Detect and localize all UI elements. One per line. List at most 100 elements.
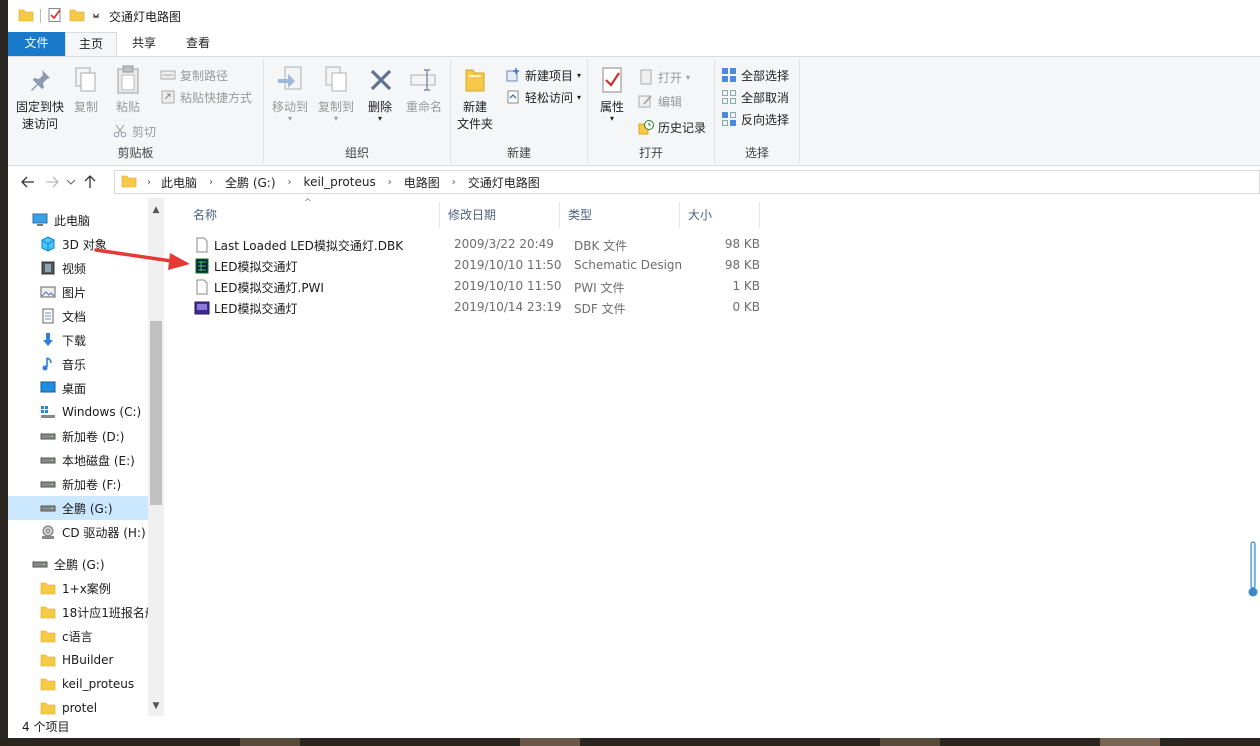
file-type: DBK 文件	[574, 239, 628, 253]
copy-path-button[interactable]: 复制路径	[160, 65, 228, 85]
properties-button[interactable]: 属性 ▾	[592, 63, 632, 123]
forward-button[interactable]	[40, 170, 64, 194]
open-button[interactable]: 打开 ▾	[638, 67, 690, 87]
breadcrumb-chevron[interactable]: ›	[209, 177, 213, 188]
nav-item-folder-c[interactable]: c语言	[8, 624, 148, 648]
tab-share[interactable]: 共享	[117, 32, 171, 56]
column-header-date[interactable]: 修改日期	[440, 202, 560, 228]
music-icon	[40, 356, 56, 372]
edit-button[interactable]: 编辑	[638, 91, 682, 111]
file-row[interactable]: LED模拟交通灯 2019/10/10 11:50 Schematic Desi…	[184, 255, 768, 276]
breadcrumb: 此电脑 › 全鹏 (G:) › keil_proteus › 电路图 › 交通灯…	[161, 174, 540, 191]
drive-icon	[40, 452, 56, 468]
nav-item-pictures[interactable]: 图片	[8, 280, 148, 304]
nav-item-drive-f[interactable]: 新加卷 (F:)	[8, 472, 148, 496]
breadcrumb-item-traffic-light[interactable]: 交通灯电路图	[468, 174, 540, 191]
sdf-icon	[194, 300, 210, 316]
edit-label: 编辑	[658, 94, 683, 109]
customize-qat-icon[interactable]	[91, 7, 101, 26]
properties-check-icon[interactable]	[47, 7, 63, 26]
file-name: LED模拟交通灯.PWI	[214, 281, 324, 295]
breadcrumb-chevron[interactable]: ›	[452, 177, 456, 188]
scroll-up-arrow[interactable]: ▲	[148, 202, 164, 218]
invert-selection-button[interactable]: 反向选择	[721, 109, 789, 129]
paste-shortcut-button[interactable]: 粘贴快捷方式	[160, 87, 252, 107]
toolbar-divider	[40, 9, 41, 23]
copy-to-button[interactable]: 复制到 ▾	[314, 63, 358, 123]
tab-file[interactable]: 文件	[8, 32, 65, 56]
column-header-name[interactable]: 名称	[184, 202, 440, 228]
file-list-pane: ^ 名称 修改日期 类型 大小 Last Loaded LED模拟交通灯.DBK…	[164, 198, 1260, 716]
nav-item-drive-g-root[interactable]: 全鹏 (G:)	[8, 552, 148, 576]
nav-item-this-pc[interactable]: 此电脑	[8, 208, 148, 232]
address-bar[interactable]: › 此电脑 › 全鹏 (G:) › keil_proteus › 电路图 › 交…	[114, 170, 1260, 194]
nav-item-folder-protel[interactable]: protel	[8, 696, 148, 716]
select-none-button[interactable]: 全部取消	[721, 87, 789, 107]
history-button[interactable]: 历史记录	[638, 117, 706, 137]
column-header-size[interactable]: 大小	[680, 202, 760, 228]
nav-item-folder-1x[interactable]: 1+x案例	[8, 576, 148, 600]
chevron-down-icon: ▾	[577, 70, 582, 80]
up-button[interactable]	[78, 170, 102, 194]
organize-group: 移动到 ▾ 复制到 ▾ 删除 ▾ 重命名 组织	[264, 59, 451, 163]
breadcrumb-chevron[interactable]: ›	[147, 177, 151, 188]
move-to-button[interactable]: 移动到 ▾	[268, 63, 312, 123]
back-button[interactable]	[16, 170, 40, 194]
file-row[interactable]: LED模拟交通灯 2019/10/14 23:19 SDF 文件 0 KB	[184, 297, 768, 318]
recent-locations-button[interactable]	[64, 170, 78, 194]
nav-item-label: 本地磁盘 (E:)	[62, 453, 135, 468]
nav-item-documents[interactable]: 文档	[8, 304, 148, 328]
title-bar: 交通灯电路图	[8, 0, 1260, 32]
tab-home[interactable]: 主页	[65, 32, 117, 56]
breadcrumb-item-keil-proteus[interactable]: keil_proteus	[304, 175, 376, 189]
nav-item-label: 此电脑	[54, 213, 91, 228]
new-item-button[interactable]: 新建项目 ▾	[505, 65, 581, 85]
copy-to-icon	[319, 63, 353, 97]
nav-item-label: 全鹏 (G:)	[54, 557, 105, 572]
nav-item-music[interactable]: 音乐	[8, 352, 148, 376]
quick-access-toolbar	[18, 7, 101, 26]
scrollbar-thumb[interactable]	[150, 321, 162, 505]
nav-item-drive-g[interactable]: 全鹏 (G:)	[8, 496, 148, 520]
breadcrumb-item-circuit-diagrams[interactable]: 电路图	[404, 174, 440, 191]
file-name: LED模拟交通灯	[214, 302, 298, 316]
scroll-down-arrow[interactable]: ▼	[148, 698, 164, 714]
file-size: 98 KB	[724, 258, 760, 272]
nav-item-desktop[interactable]: 桌面	[8, 376, 148, 400]
column-header-type[interactable]: 类型	[560, 202, 680, 228]
new-folder-qat-icon[interactable]	[69, 7, 85, 26]
breadcrumb-item-drive-g[interactable]: 全鹏 (G:)	[225, 174, 276, 191]
paste-button[interactable]: 粘贴	[110, 63, 146, 116]
rename-button[interactable]: 重命名	[402, 63, 446, 116]
nav-item-drive-d[interactable]: 新加卷 (D:)	[8, 424, 148, 448]
copy-button[interactable]: 复制	[68, 63, 104, 116]
nav-item-drive-c[interactable]: Windows (C:)	[8, 400, 148, 424]
pin-quick-access-button[interactable]: 固定到快 速访问	[14, 63, 66, 133]
nav-item-downloads[interactable]: 下载	[8, 328, 148, 352]
nav-item-folder-keil-proteus[interactable]: keil_proteus	[8, 672, 148, 696]
nav-item-folder-hbuilder[interactable]: HBuilder	[8, 648, 148, 672]
breadcrumb-chevron[interactable]: ›	[388, 177, 392, 188]
nav-item-label: 桌面	[62, 381, 87, 396]
select-all-button[interactable]: 全部选择	[721, 65, 789, 85]
forward-arrow-icon	[46, 176, 59, 188]
new-folder-button[interactable]: 新建 文件夹	[453, 63, 497, 133]
breadcrumb-chevron[interactable]: ›	[288, 177, 292, 188]
folder-icon	[40, 628, 56, 644]
file-row[interactable]: Last Loaded LED模拟交通灯.DBK 2009/3/22 20:49…	[184, 234, 768, 255]
breadcrumb-item-this-pc[interactable]: 此电脑	[161, 174, 197, 191]
nav-item-label: keil_proteus	[62, 677, 135, 691]
cut-button[interactable]: 剪切	[112, 121, 156, 141]
open-group: 属性 ▾ 打开 ▾ 编辑 历史记录 打开	[588, 59, 715, 163]
nav-item-drive-h[interactable]: CD 驱动器 (H:)	[8, 520, 148, 544]
folder-icon	[18, 7, 34, 26]
nav-item-drive-e[interactable]: 本地磁盘 (E:)	[8, 448, 148, 472]
easy-access-button[interactable]: 轻松访问 ▾	[505, 87, 581, 107]
open-label: 打开	[658, 70, 683, 85]
new-folder-label-line2: 文件夹	[456, 117, 493, 131]
delete-button[interactable]: 删除 ▾	[364, 63, 396, 123]
tab-view[interactable]: 查看	[171, 32, 225, 56]
nav-item-folder-18-class[interactable]: 18计应1班报名册	[8, 600, 148, 624]
file-row[interactable]: LED模拟交通灯.PWI 2019/10/10 11:50 PWI 文件 1 K…	[184, 276, 768, 297]
new-item-label: 新建项目	[525, 68, 574, 83]
